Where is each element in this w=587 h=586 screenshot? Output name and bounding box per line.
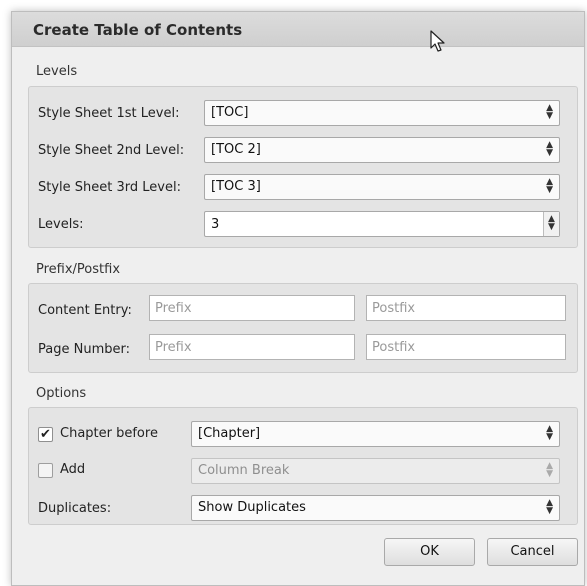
levels-section-label: Levels <box>36 64 78 79</box>
content-entry-label: Content Entry: <box>38 303 132 318</box>
updown-arrows-icon: ▲ ▼ <box>546 140 553 158</box>
page-number-label: Page Number: <box>38 342 130 357</box>
chapter-before-checkbox[interactable]: ✔ <box>38 427 53 442</box>
style-sheet-2nd-level-label: Style Sheet 2nd Level: <box>38 143 185 158</box>
duplicates-value: Show Duplicates <box>198 500 306 515</box>
options-panel: ✔ Chapter before [Chapter] ▲ ▼ Add Column… <box>28 407 578 525</box>
style-sheet-1st-level-value: [TOC] <box>211 105 249 120</box>
prefix-postfix-panel: Content Entry: Page Number: <box>28 283 578 373</box>
style-sheet-1st-level-select[interactable]: [TOC] ▲ ▼ <box>204 100 560 126</box>
updown-arrows-icon: ▲ ▼ <box>546 461 553 479</box>
levels-panel: Style Sheet 1st Level: [TOC] ▲ ▼ Style Sh… <box>28 86 578 248</box>
levels-count-input[interactable] <box>205 212 541 236</box>
add-select[interactable]: Column Break ▲ ▼ <box>191 458 560 484</box>
content-entry-postfix-input[interactable] <box>366 295 566 321</box>
create-toc-dialog: Create Table of Contents Levels Style Sh… <box>11 11 585 586</box>
mouse-pointer-icon <box>430 30 445 52</box>
chapter-before-select[interactable]: [Chapter] ▲ ▼ <box>191 421 560 447</box>
chapter-before-value: [Chapter] <box>198 426 261 441</box>
spin-arrows-icon[interactable]: ▲ ▼ <box>543 212 559 236</box>
duplicates-select[interactable]: Show Duplicates ▲ ▼ <box>191 495 560 521</box>
chapter-before-label: Chapter before <box>60 426 158 441</box>
updown-arrows-icon: ▲ ▼ <box>546 177 553 195</box>
style-sheet-3rd-level-select[interactable]: [TOC 3] ▲ ▼ <box>204 174 560 200</box>
updown-arrows-icon: ▲ ▼ <box>546 103 553 121</box>
updown-arrows-icon: ▲ ▼ <box>546 424 553 442</box>
options-section-label: Options <box>36 386 87 401</box>
style-sheet-3rd-level-value: [TOC 3] <box>211 179 261 194</box>
levels-count-label: Levels: <box>38 217 84 232</box>
ok-button[interactable]: OK <box>384 538 475 566</box>
style-sheet-2nd-level-select[interactable]: [TOC 2] ▲ ▼ <box>204 137 560 163</box>
cancel-button[interactable]: Cancel <box>487 538 578 566</box>
content-entry-prefix-input[interactable] <box>149 295 355 321</box>
page-number-postfix-input[interactable] <box>366 334 566 360</box>
prefix-postfix-section-label: Prefix/Postfix <box>36 262 121 277</box>
style-sheet-2nd-level-value: [TOC 2] <box>211 142 261 157</box>
updown-arrows-icon: ▲ ▼ <box>546 498 553 516</box>
style-sheet-3rd-level-label: Style Sheet 3rd Level: <box>38 180 181 195</box>
page-number-prefix-input[interactable] <box>149 334 355 360</box>
dialog-titlebar[interactable]: Create Table of Contents <box>12 12 584 47</box>
levels-count-spinner[interactable]: ▲▼ <box>204 211 560 237</box>
add-label: Add <box>60 462 86 477</box>
add-value: Column Break <box>198 463 290 478</box>
style-sheet-1st-level-label: Style Sheet 1st Level: <box>38 106 180 121</box>
duplicates-label: Duplicates: <box>38 501 112 516</box>
add-checkbox[interactable] <box>38 463 53 478</box>
dialog-title: Create Table of Contents <box>33 21 243 39</box>
